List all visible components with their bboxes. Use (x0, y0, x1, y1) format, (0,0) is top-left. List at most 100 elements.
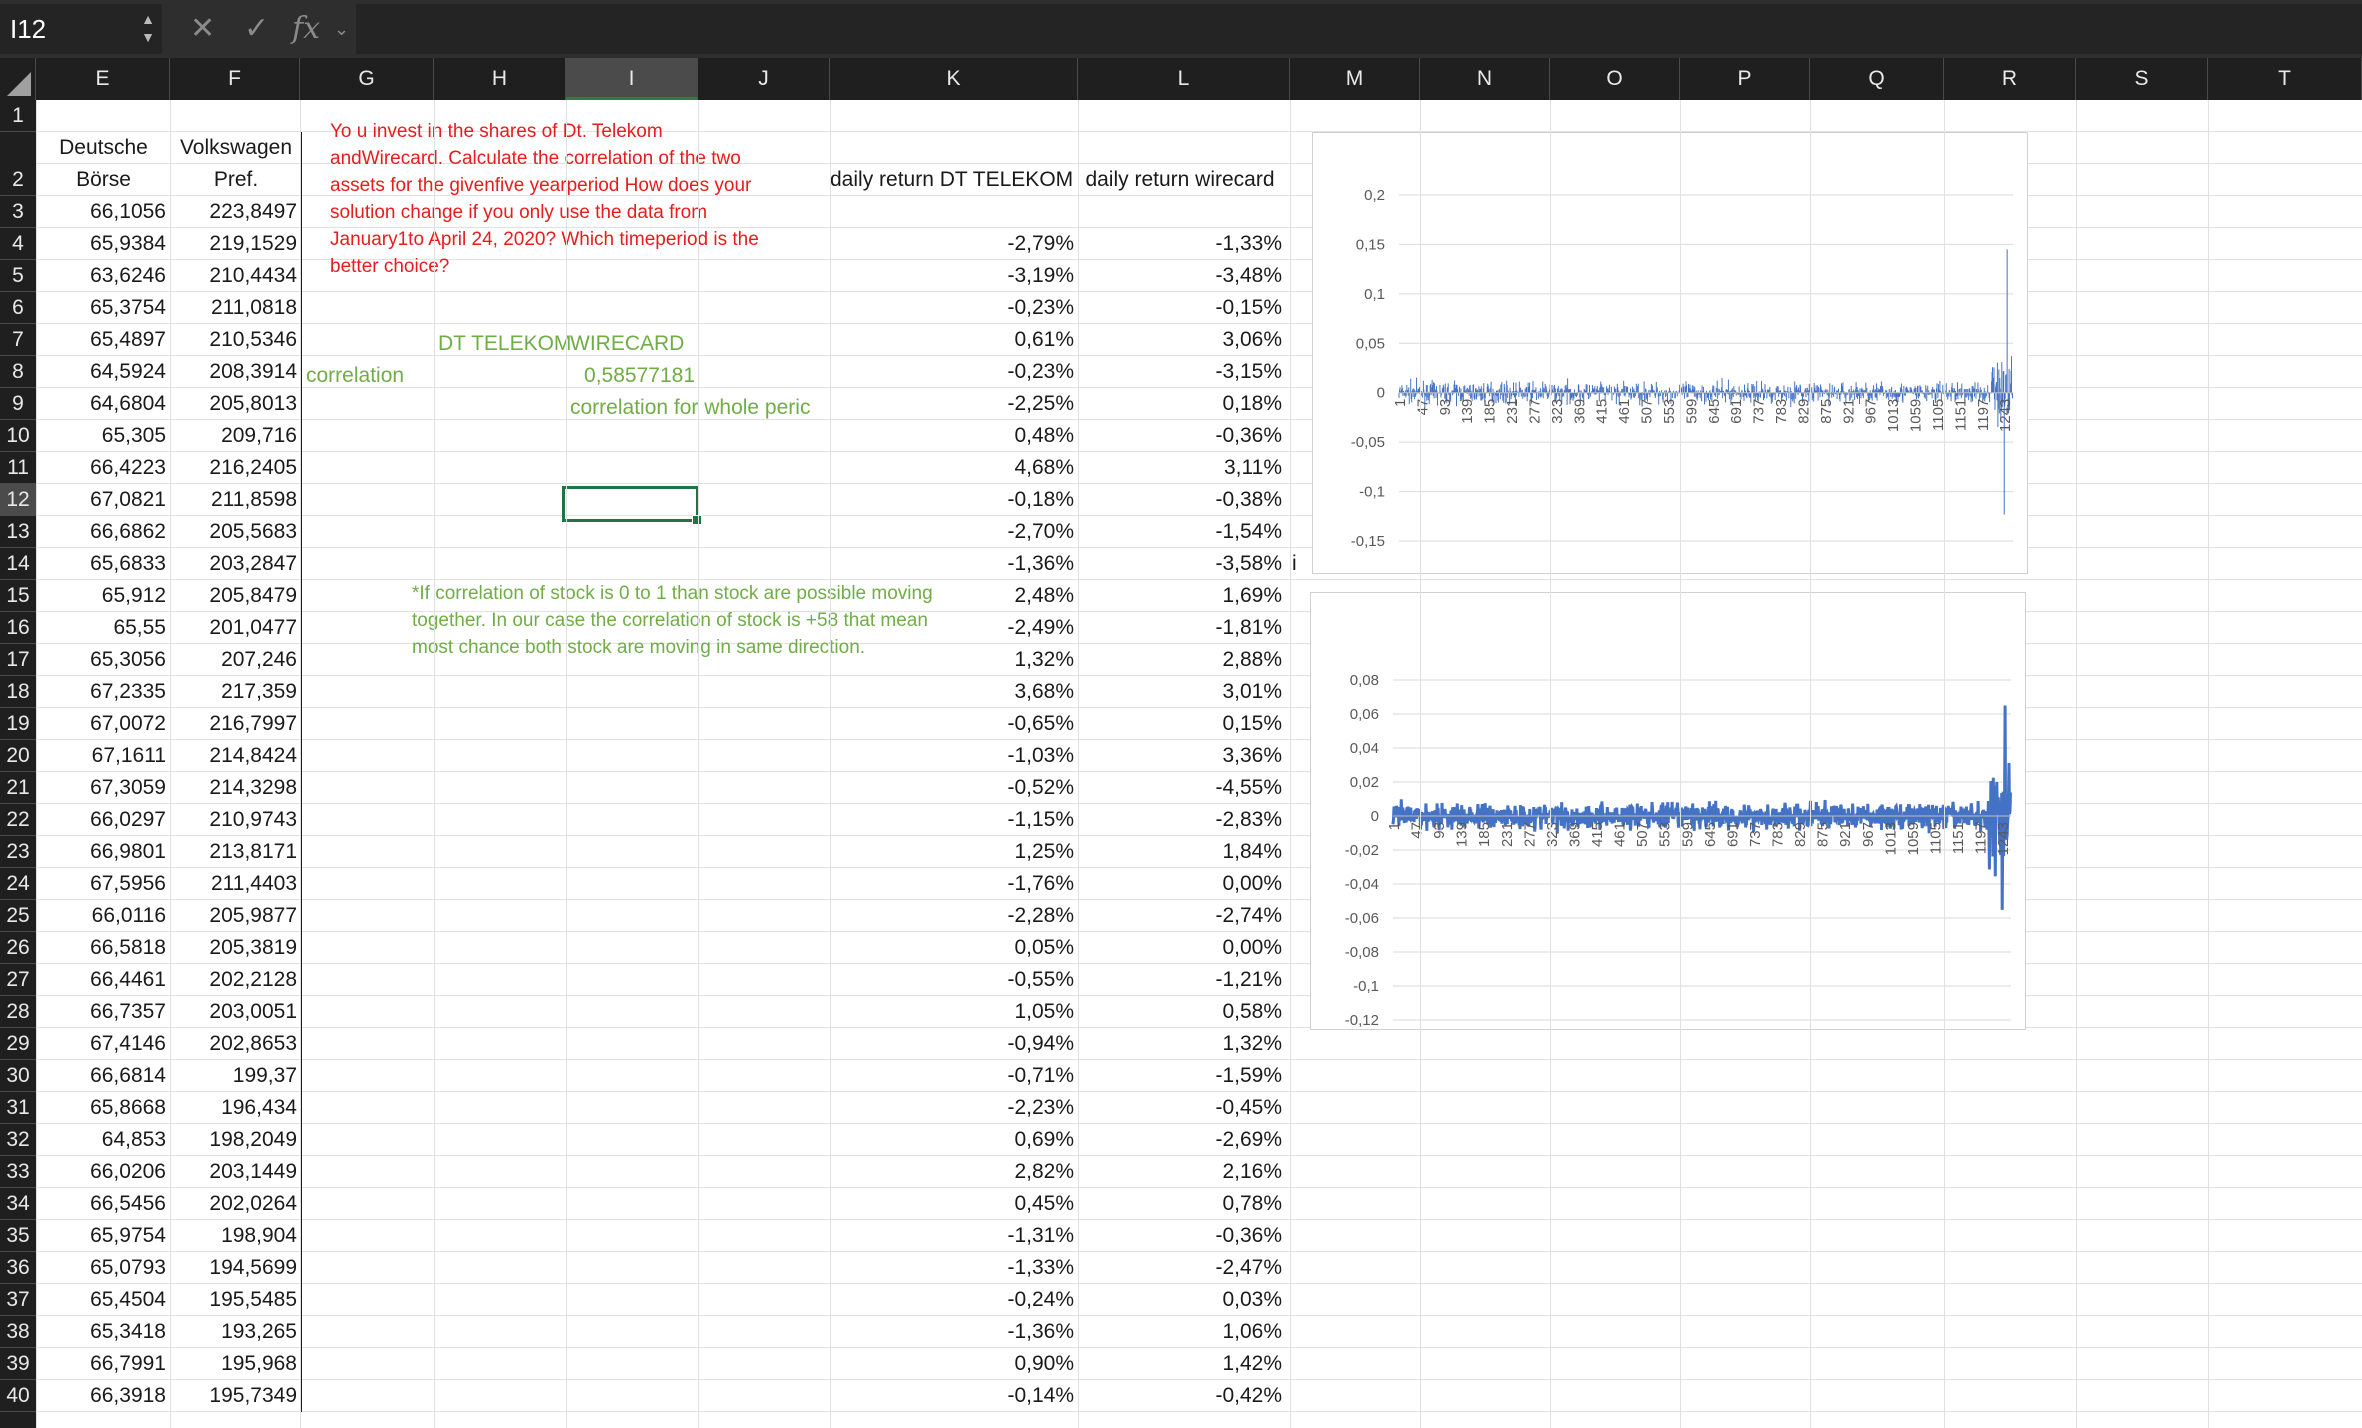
cell-l[interactable]: -0,36% (1078, 1220, 1286, 1252)
cell-k[interactable] (830, 196, 1078, 228)
cell-k[interactable]: 0,45% (830, 1188, 1078, 1220)
cell-f[interactable]: 203,2847 (170, 548, 302, 580)
row-header-3[interactable]: 3 (0, 196, 36, 228)
cell-f[interactable]: 217,359 (170, 676, 302, 708)
cell-f[interactable]: 203,0051 (170, 996, 302, 1028)
cell-l[interactable]: 1,69% (1078, 580, 1286, 612)
cell-l[interactable]: 0,58% (1078, 996, 1286, 1028)
cell-k[interactable]: -1,36% (830, 548, 1078, 580)
cell-e[interactable]: 66,4461 (36, 964, 170, 996)
cell-f[interactable]: 203,1449 (170, 1156, 302, 1188)
cell-k[interactable]: 0,61% (830, 324, 1078, 356)
cell-k[interactable]: -2,23% (830, 1092, 1078, 1124)
row-header-25[interactable]: 25 (0, 900, 36, 932)
cell-k[interactable]: -1,36% (830, 1316, 1078, 1348)
cell-l[interactable]: 0,18% (1078, 388, 1286, 420)
row-header-7[interactable]: 7 (0, 324, 36, 356)
row-header-33[interactable]: 33 (0, 1156, 36, 1188)
row-header-28[interactable]: 28 (0, 996, 36, 1028)
cell-e[interactable]: 66,5818 (36, 932, 170, 964)
cell-f[interactable]: 205,3819 (170, 932, 302, 964)
cell-l[interactable]: 1,42% (1078, 1348, 1286, 1380)
row-header-23[interactable]: 23 (0, 836, 36, 868)
cell-e[interactable]: 65,4897 (36, 324, 170, 356)
row-header-10[interactable]: 10 (0, 420, 36, 452)
cell-e[interactable]: 65,3754 (36, 292, 170, 324)
column-header-e[interactable]: E (36, 58, 170, 100)
cell-f[interactable]: 210,9743 (170, 804, 302, 836)
cell-l[interactable]: -0,36% (1078, 420, 1286, 452)
cell-f[interactable]: 202,8653 (170, 1028, 302, 1060)
cell-k[interactable]: 3,68% (830, 676, 1078, 708)
row-header-1[interactable]: 1 (0, 100, 36, 132)
header-daily-return-telekom[interactable]: daily return DT TELEKOM (826, 164, 1074, 196)
cell-e[interactable]: 67,5956 (36, 868, 170, 900)
cell-f[interactable]: 196,434 (170, 1092, 302, 1124)
chevron-down-icon[interactable]: ⌄ (334, 8, 349, 50)
chart-wirecard-returns[interactable]: 0,08 0,06 0,04 0,02 0 -0,02 -0,04 -0,06 -0,08 -0,… (1310, 592, 2026, 1030)
cell-e[interactable]: 67,1611 (36, 740, 170, 772)
cell-e[interactable]: 66,6814 (36, 1060, 170, 1092)
select-all-corner[interactable] (0, 58, 36, 100)
cell-k[interactable]: -1,76% (830, 868, 1078, 900)
row-header-38[interactable]: 38 (0, 1316, 36, 1348)
row-header-6[interactable]: 6 (0, 292, 36, 324)
cell-f[interactable]: 202,0264 (170, 1188, 302, 1220)
function-icon[interactable]: fx (292, 8, 320, 50)
cell-l[interactable]: 3,11% (1078, 452, 1286, 484)
header-volkswagen-pref[interactable]: Volkswagen Pref. (170, 132, 302, 196)
correlation-value[interactable]: 0,58577181 (566, 360, 699, 392)
cell-f[interactable]: 195,7349 (170, 1380, 302, 1412)
cell-e[interactable]: 64,6804 (36, 388, 170, 420)
cell-f[interactable]: 219,1529 (170, 228, 302, 260)
cell-k[interactable]: 0,48% (830, 420, 1078, 452)
column-header-i[interactable]: I (566, 58, 698, 100)
cell-f[interactable]: 211,8598 (170, 484, 302, 516)
enter-icon[interactable]: ✓ (244, 8, 269, 50)
cell-l[interactable]: -2,74% (1078, 900, 1286, 932)
row-header-9[interactable]: 9 (0, 388, 36, 420)
cell-l[interactable]: 0,00% (1078, 932, 1286, 964)
header-deutsche-boerse[interactable]: Deutsche Börse (36, 132, 170, 196)
cell-k[interactable]: -0,71% (830, 1060, 1078, 1092)
cell-l[interactable]: -1,21% (1078, 964, 1286, 996)
cell-l[interactable]: -4,55% (1078, 772, 1286, 804)
cell-e[interactable]: 63,6246 (36, 260, 170, 292)
cell-f[interactable]: 214,8424 (170, 740, 302, 772)
cell-e[interactable]: 67,0821 (36, 484, 170, 516)
cell-e[interactable]: 65,912 (36, 580, 170, 612)
cell-f[interactable]: 198,2049 (170, 1124, 302, 1156)
row-header-2[interactable]: 2 (0, 132, 36, 196)
cell-k[interactable]: -3,19% (830, 260, 1078, 292)
label-correlation[interactable]: correlation (302, 360, 408, 392)
row-header-34[interactable]: 34 (0, 1188, 36, 1220)
cell-f[interactable]: 199,37 (170, 1060, 302, 1092)
cell-e[interactable]: 66,6862 (36, 516, 170, 548)
cell-k[interactable]: -0,24% (830, 1284, 1078, 1316)
row-header-21[interactable]: 21 (0, 772, 36, 804)
row-header-15[interactable]: 15 (0, 580, 36, 612)
cell-e[interactable]: 65,3056 (36, 644, 170, 676)
cell-l[interactable]: -0,38% (1078, 484, 1286, 516)
cell-l[interactable]: -3,48% (1078, 260, 1286, 292)
column-header-m[interactable]: M (1290, 58, 1420, 100)
row-header-8[interactable]: 8 (0, 356, 36, 388)
cell-l[interactable]: 0,03% (1078, 1284, 1286, 1316)
cell-f[interactable]: 216,2405 (170, 452, 302, 484)
header-daily-return-wirecard[interactable]: daily return wirecard (1074, 164, 1286, 196)
name-box[interactable]: I12 (0, 4, 162, 54)
cell-k[interactable]: -0,94% (830, 1028, 1078, 1060)
cell-e[interactable]: 67,0072 (36, 708, 170, 740)
row-header-27[interactable]: 27 (0, 964, 36, 996)
cell-f[interactable]: 198,904 (170, 1220, 302, 1252)
cell-f[interactable]: 195,968 (170, 1348, 302, 1380)
cell-l[interactable]: -0,15% (1078, 292, 1286, 324)
cell-e[interactable]: 66,5456 (36, 1188, 170, 1220)
column-header-t[interactable]: T (2208, 58, 2362, 100)
cell-l[interactable]: 1,32% (1078, 1028, 1286, 1060)
column-header-h[interactable]: H (434, 58, 566, 100)
worksheet-grid[interactable]: Deutsche Börse Volkswagen Pref. daily re… (36, 100, 2362, 1428)
cell-f[interactable]: 195,5485 (170, 1284, 302, 1316)
cell-e[interactable]: 66,1056 (36, 196, 170, 228)
cell-k[interactable]: -0,65% (830, 708, 1078, 740)
